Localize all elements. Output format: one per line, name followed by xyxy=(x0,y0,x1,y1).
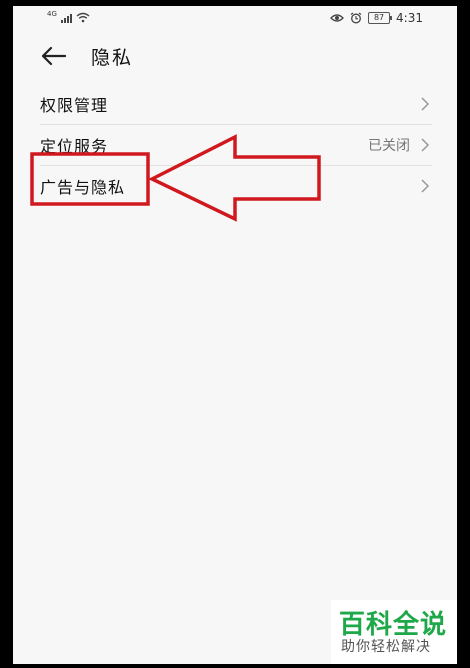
list-item-location-service[interactable]: 定位服务 已关闭 xyxy=(40,125,432,166)
watermark: 百科全说 助你轻松解决 xyxy=(331,600,457,664)
chevron-right-icon xyxy=(421,97,430,111)
list-item-permission-management[interactable]: 权限管理 xyxy=(40,84,432,125)
list-item-status: 已关闭 xyxy=(368,138,410,154)
arrow-left-icon[interactable] xyxy=(39,44,69,68)
battery-icon: 87 xyxy=(368,12,393,24)
alarm-icon xyxy=(350,12,362,24)
status-left: 4G xyxy=(47,10,90,23)
page-title: 隐私 xyxy=(91,47,134,69)
signal-icon xyxy=(60,13,72,23)
settings-list: 权限管理 定位服务 已关闭 广告与隐私 xyxy=(40,84,432,206)
list-item-label: 权限管理 xyxy=(40,96,109,115)
clock-time: 4:31 xyxy=(396,11,423,25)
chevron-right-icon xyxy=(421,138,430,152)
status-bar: 4G 87 4:31 xyxy=(13,6,457,32)
eye-icon xyxy=(330,14,344,22)
wifi-icon xyxy=(76,12,90,23)
phone-screen: 4G 87 4:31 隐私 权限管理 定位服务 已关闭 广告与隐私 百科全说 助… xyxy=(13,6,457,664)
network-type-label: 4G xyxy=(47,10,57,18)
list-item-label: 广告与隐私 xyxy=(40,178,126,197)
watermark-subtitle: 助你轻松解决 xyxy=(341,639,431,655)
list-item-label: 定位服务 xyxy=(40,137,109,156)
chevron-right-icon xyxy=(421,179,430,193)
list-item-ads-privacy[interactable]: 广告与隐私 xyxy=(40,166,432,206)
status-right: 87 4:31 xyxy=(330,11,423,25)
page-header: 隐私 xyxy=(13,36,457,76)
